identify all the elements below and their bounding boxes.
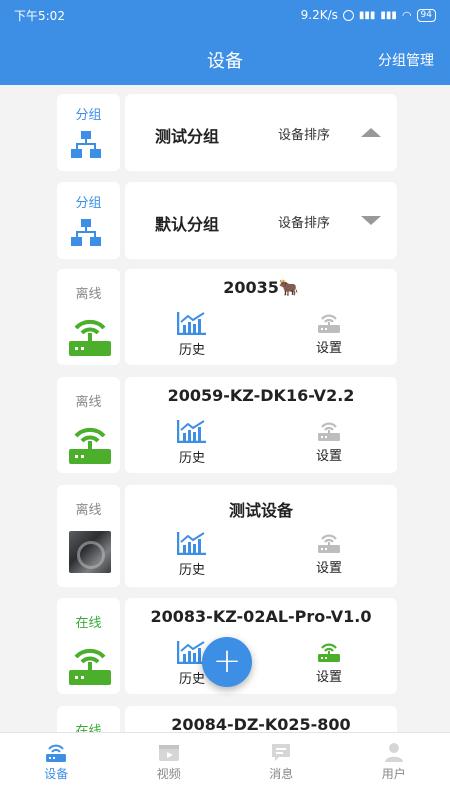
device-sort-button[interactable]: 设备排序 bbox=[278, 124, 330, 143]
app-bar: 设备 分组管理 bbox=[0, 30, 450, 85]
group-tree-icon bbox=[71, 219, 101, 246]
group-manage-button[interactable]: 分组管理 bbox=[378, 50, 434, 70]
history-button[interactable]: 历史 bbox=[175, 311, 209, 358]
device-sort-button[interactable]: 设备排序 bbox=[278, 212, 330, 231]
device-name: 20035🐂 bbox=[223, 278, 299, 297]
settings-button[interactable]: 设置 bbox=[312, 531, 346, 576]
settings-button[interactable]: 设置 bbox=[312, 419, 346, 464]
router-icon bbox=[69, 319, 111, 356]
group-name: 测试分组 bbox=[155, 127, 220, 146]
bottom-nav: 设备 视频 消息 用户 bbox=[0, 732, 450, 800]
device-status-card: 离线 bbox=[57, 269, 120, 365]
settings-button[interactable]: 设置 bbox=[312, 640, 346, 685]
device-card[interactable]: 20035🐂 历史 设置 bbox=[125, 269, 397, 365]
nav-label: 消息 bbox=[269, 767, 294, 781]
history-chart-icon bbox=[177, 312, 206, 335]
nav-video[interactable]: 视频 bbox=[113, 733, 226, 800]
group-row: 分组 默认分组 设备排序 bbox=[57, 182, 397, 259]
group-header[interactable]: 默认分组 设备排序 bbox=[125, 182, 397, 259]
device-status-card: 在线 bbox=[57, 706, 120, 732]
device-card[interactable]: 20084-DZ-K025-800 bbox=[125, 706, 397, 732]
router-settings-icon bbox=[318, 422, 340, 441]
group-badge: 分组 bbox=[57, 182, 120, 259]
device-card[interactable]: 测试设备 历史 设置 bbox=[125, 485, 397, 587]
network-speed: 9.2K/s bbox=[300, 8, 338, 22]
router-settings-icon bbox=[318, 534, 340, 553]
group-label: 分组 bbox=[75, 196, 102, 211]
settings-label: 设置 bbox=[315, 341, 342, 356]
status-time: 下午5:02 bbox=[14, 8, 65, 23]
video-icon bbox=[158, 745, 179, 761]
history-button[interactable]: 历史 bbox=[175, 419, 209, 466]
group-label: 分组 bbox=[75, 108, 102, 123]
device-status-card: 在线 bbox=[57, 598, 120, 694]
group-badge: 分组 bbox=[57, 94, 120, 171]
device-status-card: 离线 bbox=[57, 485, 120, 587]
device-name: 20083-KZ-02AL-Pro-V1.0 bbox=[150, 607, 372, 626]
device-row: 离线 20059-KZ-DK16-V2.2 历史 设置 bbox=[57, 377, 397, 473]
history-label: 历史 bbox=[178, 343, 205, 358]
device-row: 离线 20035🐂 历史 设置 bbox=[57, 269, 397, 365]
history-label: 历史 bbox=[178, 451, 205, 466]
router-icon bbox=[69, 648, 111, 685]
settings-label: 设置 bbox=[315, 670, 342, 685]
nav-label: 视频 bbox=[156, 767, 181, 781]
collapse-arrow-icon[interactable] bbox=[361, 128, 381, 137]
device-photo bbox=[69, 531, 111, 573]
add-device-button[interactable]: + bbox=[202, 637, 252, 687]
device-card[interactable]: 20083-KZ-02AL-Pro-V1.0 历史 设置 bbox=[125, 598, 397, 694]
router-icon bbox=[46, 744, 67, 762]
group-name: 默认分组 bbox=[155, 215, 220, 234]
battery-icon: 94 bbox=[416, 8, 436, 22]
message-icon bbox=[272, 744, 291, 761]
wifi-icon: ◠ bbox=[401, 8, 412, 22]
group-header[interactable]: 测试分组 设备排序 bbox=[125, 94, 397, 171]
nav-messages[interactable]: 消息 bbox=[225, 733, 338, 800]
device-status: 离线 bbox=[75, 287, 102, 302]
device-status-card: 离线 bbox=[57, 377, 120, 473]
user-icon bbox=[384, 743, 403, 762]
nav-label: 用户 bbox=[381, 767, 406, 781]
router-settings-icon bbox=[318, 643, 340, 662]
device-status: 离线 bbox=[75, 395, 102, 410]
alarm-icon bbox=[342, 9, 354, 21]
device-name: 测试设备 bbox=[228, 501, 293, 520]
signal-icon: ▮▮▮ bbox=[358, 9, 376, 21]
device-row: 离线 测试设备 历史 设置 bbox=[57, 485, 397, 587]
device-status: 在线 bbox=[75, 724, 102, 732]
nav-user[interactable]: 用户 bbox=[338, 733, 450, 800]
settings-button[interactable]: 设置 bbox=[312, 311, 346, 356]
device-row: 在线 20084-DZ-K025-800 bbox=[57, 706, 397, 732]
device-list[interactable]: 分组 测试分组 设备排序 分组 默认分组 设备排序 离线 20035🐂 历史 设… bbox=[0, 85, 450, 732]
group-tree-icon bbox=[71, 131, 101, 158]
nav-devices[interactable]: 设备 bbox=[0, 733, 113, 800]
history-label: 历史 bbox=[178, 563, 205, 578]
router-icon bbox=[69, 427, 111, 464]
settings-label: 设置 bbox=[315, 561, 342, 576]
signal-icon-2: ▮▮▮ bbox=[380, 9, 397, 21]
status-right: 9.2K/s ▮▮▮ ▮▮▮ ◠ 94 bbox=[301, 8, 436, 22]
router-settings-icon bbox=[318, 314, 340, 333]
device-status: 离线 bbox=[75, 503, 102, 518]
device-name: 20059-KZ-DK16-V2.2 bbox=[167, 386, 355, 405]
nav-label: 设备 bbox=[44, 767, 69, 781]
device-name: 20084-DZ-K025-800 bbox=[171, 715, 351, 732]
history-chart-icon bbox=[177, 420, 206, 443]
history-button[interactable]: 历史 bbox=[175, 531, 209, 578]
expand-arrow-icon[interactable] bbox=[361, 216, 381, 225]
device-status: 在线 bbox=[75, 616, 102, 631]
history-chart-icon bbox=[177, 532, 206, 555]
device-card[interactable]: 20059-KZ-DK16-V2.2 历史 设置 bbox=[125, 377, 397, 473]
settings-label: 设置 bbox=[315, 449, 342, 464]
group-row: 分组 测试分组 设备排序 bbox=[57, 94, 397, 171]
status-bar: 下午5:02 9.2K/s ▮▮▮ ▮▮▮ ◠ 94 bbox=[0, 0, 450, 30]
